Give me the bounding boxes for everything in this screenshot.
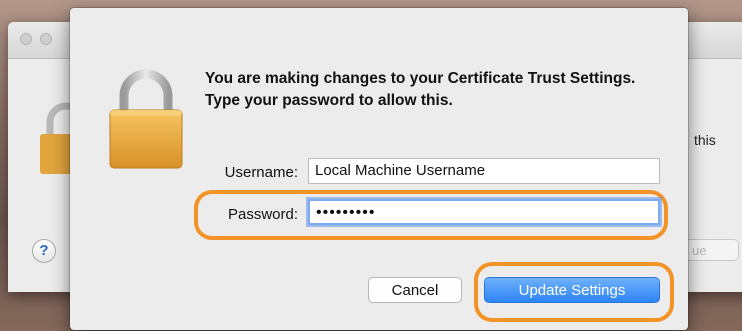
minimize-window-button[interactable] <box>40 33 52 45</box>
username-field[interactable]: Local Machine Username <box>308 158 660 184</box>
help-button[interactable]: ? <box>32 239 56 263</box>
lock-icon <box>106 64 186 177</box>
cancel-button[interactable]: Cancel <box>368 277 462 303</box>
close-window-button[interactable] <box>20 33 32 45</box>
background-text-fragment: this <box>694 132 716 148</box>
username-label: Username: <box>224 164 298 181</box>
authentication-dialog: You are making changes to your Certifica… <box>70 8 688 330</box>
background-disabled-button: ue <box>679 239 739 261</box>
password-field[interactable]: ••••••••• <box>308 199 660 225</box>
dialog-message: You are making changes to your Certifica… <box>205 70 636 109</box>
update-settings-button[interactable]: Update Settings <box>484 277 660 303</box>
password-label: Password: <box>227 206 298 223</box>
